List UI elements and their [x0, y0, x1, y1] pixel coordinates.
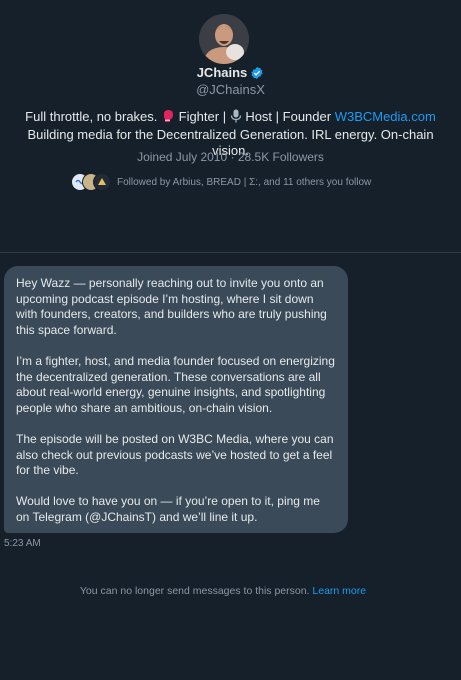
profile-meta: Joined July 2010 · 28.5K Followers: [0, 150, 461, 164]
profile-handle: @JChainsX: [196, 82, 265, 97]
verified-badge-icon: [251, 66, 263, 79]
message-timestamp: 5:23 AM: [4, 538, 41, 549]
followed-by-row[interactable]: Followed by Arbius, BREAD | Σ:, and 11 o…: [71, 173, 371, 191]
messaging-disabled-notice: You can no longer send messages to this …: [0, 585, 446, 597]
notice-text: You can no longer send messages to this …: [79, 585, 313, 597]
followed-by-text: Followed by Arbius, BREAD | Σ:, and 11 o…: [117, 176, 372, 188]
follower-avatars: [71, 173, 111, 191]
meta-separator: ·: [230, 150, 235, 164]
bio-text-3: Host | Founder: [241, 109, 335, 124]
boxing-glove-icon: [161, 109, 175, 127]
joined-date: Joined July 2010: [137, 150, 228, 164]
profile-display-name[interactable]: JChains: [197, 65, 248, 80]
message-paragraph: The episode will be posted on W3BC Media…: [16, 431, 334, 478]
message-bubble[interactable]: Hey Wazz — personally reaching out to in…: [4, 266, 348, 533]
profile-name-row: JChains: [0, 65, 461, 80]
followers-count[interactable]: 28.5K Followers: [238, 150, 324, 164]
section-divider: [0, 252, 461, 253]
follower-avatar-3: [93, 173, 111, 191]
message-paragraph: Hey Wazz — personally reaching out to in…: [16, 276, 327, 337]
message-paragraph: I’m a fighter, host, and media founder f…: [16, 353, 335, 415]
bio-website-link[interactable]: W3BCMedia.com: [335, 109, 436, 124]
message-paragraph: Would love to have you on — if you’re op…: [16, 494, 320, 524]
bio-text-2: Fighter |: [175, 109, 230, 124]
bio-text-1: Full throttle, no brakes.: [25, 109, 162, 124]
learn-more-link[interactable]: Learn more: [312, 585, 366, 597]
profile-avatar[interactable]: [199, 14, 249, 64]
microphone-icon: [230, 109, 242, 127]
